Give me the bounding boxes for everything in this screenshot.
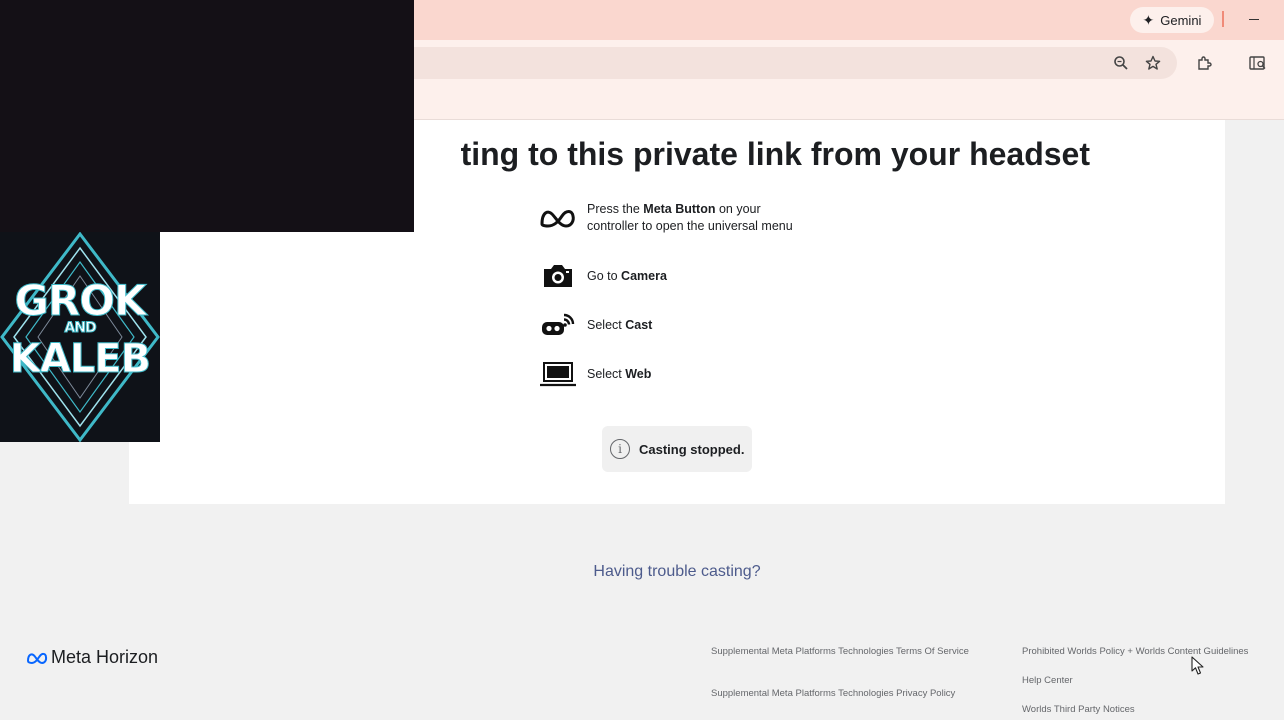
minimize-icon	[1249, 18, 1259, 20]
brand-name: Meta Horizon	[51, 647, 159, 667]
cast-icon	[538, 309, 578, 341]
step-text-bold: Meta Button	[643, 202, 716, 216]
footer-link-notices[interactable]: Worlds Third Party Notices	[1022, 703, 1135, 716]
meta-infinity-icon	[26, 652, 48, 664]
bookmark-star-icon[interactable]	[1141, 51, 1165, 75]
step-web: Select Web	[538, 358, 651, 390]
titlebar-divider	[1222, 11, 1224, 27]
step-meta-button: Press the Meta Button on your controller…	[538, 201, 793, 235]
step-text-post: on your	[715, 202, 761, 216]
info-icon: i	[610, 439, 630, 459]
gemini-label: Gemini	[1160, 12, 1202, 28]
footer-link-privacy[interactable]: Supplemental Meta Platforms Technologies…	[711, 687, 961, 700]
meta-logo-icon	[538, 202, 578, 234]
camera-icon	[538, 260, 578, 292]
laptop-icon	[538, 358, 578, 390]
logo-word-and: AND	[64, 320, 97, 337]
step-text: Select Web	[587, 366, 651, 383]
extensions-icon[interactable]	[1192, 51, 1216, 75]
gemini-button[interactable]: ✦ Gemini	[1130, 7, 1214, 33]
status-toast: i Casting stopped.	[602, 426, 752, 472]
step-text-pre: Select	[587, 366, 626, 381]
step-text-line2: controller to open the universal menu	[587, 219, 793, 233]
logo-word-grok: GROK	[14, 276, 147, 326]
step-text: Press the Meta Button on your controller…	[587, 201, 793, 235]
logo-word-kaleb: KALEB	[9, 336, 151, 383]
step-camera: Go to Camera	[538, 260, 667, 292]
zoom-icon[interactable]	[1109, 51, 1133, 75]
meta-horizon-logo[interactable]: Meta Horizon	[26, 647, 158, 668]
step-cast: Select Cast	[538, 309, 652, 341]
trouble-casting-link[interactable]: Having trouble casting?	[0, 563, 1284, 581]
step-text-pre: Select	[587, 317, 626, 332]
step-text-bold: Cast	[625, 317, 653, 332]
step-text-pre: Go to	[587, 268, 622, 283]
sidebar-search-icon[interactable]	[1246, 51, 1270, 75]
channel-logo-overlay: GROK AND KALEB	[0, 232, 160, 442]
footer-link-prohibited[interactable]: Prohibited Worlds Policy + Worlds Conten…	[1022, 645, 1282, 658]
gemini-spark-icon: ✦	[1142, 11, 1155, 28]
step-text-bold: Web	[625, 366, 652, 381]
toast-message: Casting stopped.	[639, 441, 745, 457]
footer-link-terms[interactable]: Supplemental Meta Platforms Technologies…	[711, 645, 971, 658]
step-text: Go to Camera	[587, 268, 667, 285]
minimize-button[interactable]	[1240, 8, 1268, 30]
step-text-pre: Press the	[587, 202, 644, 216]
mouse-cursor-icon	[1191, 656, 1205, 681]
webcam-overlay	[0, 0, 414, 232]
step-text-bold: Camera	[621, 268, 667, 283]
footer-link-help[interactable]: Help Center	[1022, 674, 1073, 687]
step-text: Select Cast	[587, 317, 652, 334]
